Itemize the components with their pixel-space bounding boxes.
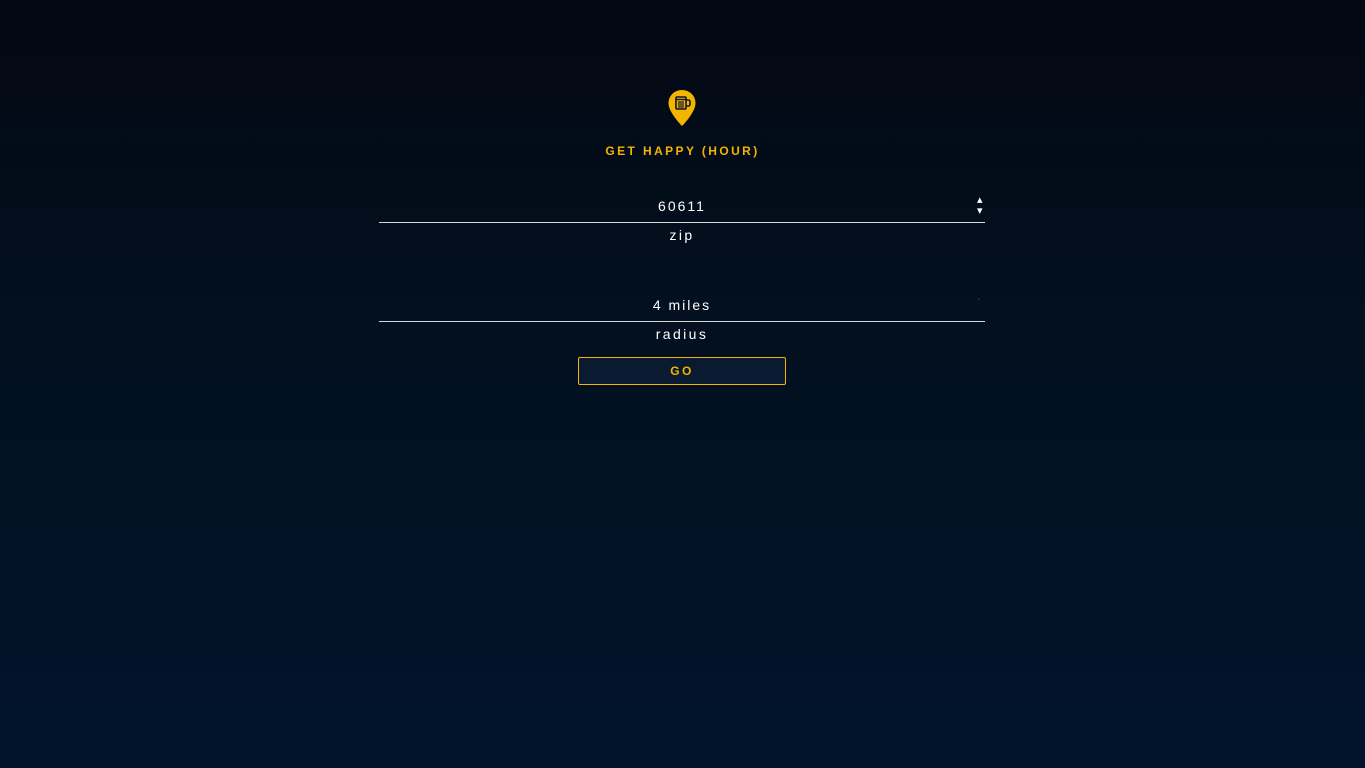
number-spinner-icon[interactable]: ▴ ▾ xyxy=(977,195,985,217)
zip-input[interactable] xyxy=(379,189,985,223)
app-title: GET HAPPY (HOUR) xyxy=(605,144,760,158)
go-button[interactable]: GO xyxy=(578,357,786,385)
zip-label: zip xyxy=(669,227,695,243)
radius-field: · radius xyxy=(379,288,985,342)
spinner-down-icon[interactable]: ▾ xyxy=(977,206,985,217)
beer-map-pin-icon xyxy=(668,90,696,126)
zip-field: ▴ ▾ zip xyxy=(379,189,985,243)
radius-select[interactable] xyxy=(379,288,985,322)
dropdown-arrow-icon[interactable]: · xyxy=(977,294,985,305)
radius-label: radius xyxy=(655,326,709,342)
